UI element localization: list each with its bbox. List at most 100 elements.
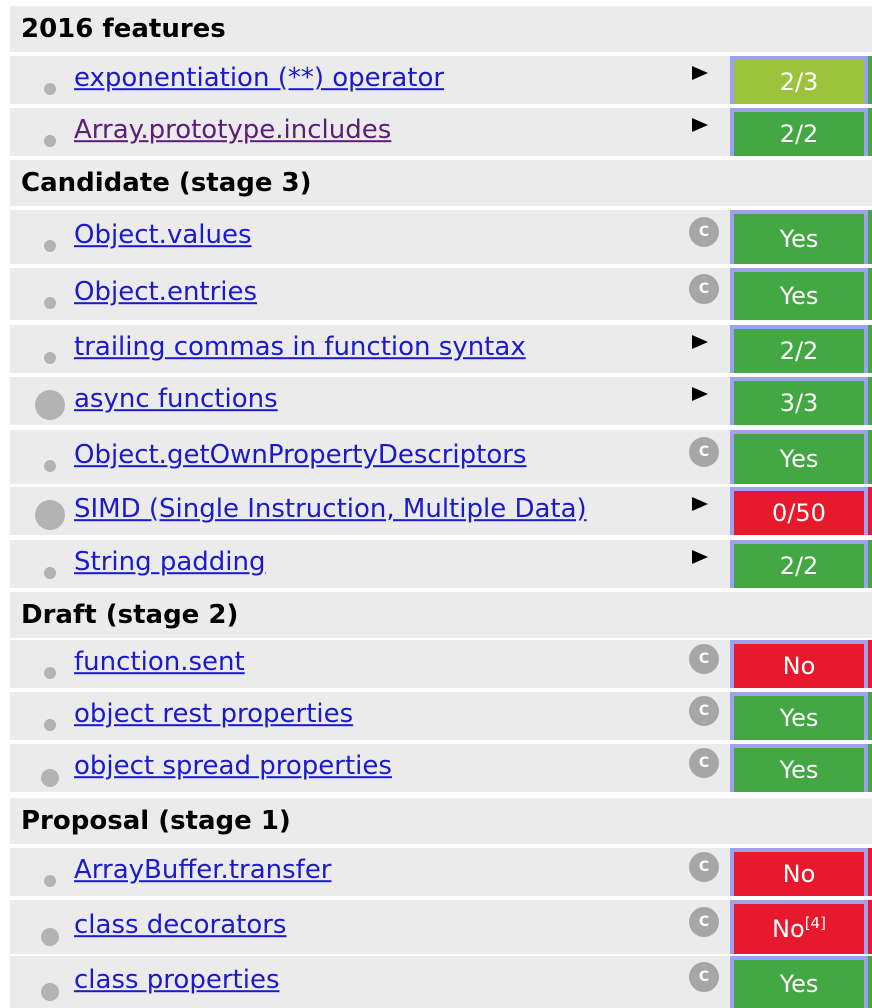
result-cell-partial: 2/3 <box>730 56 868 104</box>
bullet-dot <box>44 567 56 579</box>
feature-row: trailing commas in function syntax 2/2 <box>10 325 872 373</box>
c-info-icon[interactable]: C <box>689 907 719 937</box>
section-title: 2016 features <box>21 14 226 44</box>
bullet-dot <box>44 297 56 309</box>
bullet-dot <box>44 460 56 472</box>
next-column-edge <box>868 377 872 425</box>
result-value: No <box>772 915 805 943</box>
next-column-edge <box>868 640 872 688</box>
feature-row: class decorators C No [4] <box>10 900 872 954</box>
next-column-edge <box>868 744 872 792</box>
feature-link-object-getownpropertydescriptors[interactable]: Object.getOwnPropertyDescriptors <box>74 440 526 470</box>
feature-link-exponentiation-operator[interactable]: exponentiation (**) operator <box>74 63 444 93</box>
bullet-dot <box>41 769 59 787</box>
next-column-edge <box>868 848 872 896</box>
section-header: Draft (stage 2) <box>10 592 872 638</box>
feature-row: Array.prototype.includes 2/2 <box>10 108 872 156</box>
feature-row: exponentiation (**) operator 2/3 <box>10 56 872 104</box>
result-value: No <box>782 652 816 680</box>
expand-arrow-icon[interactable] <box>692 550 708 564</box>
bullet-dot <box>44 875 56 887</box>
feature-link-object-entries[interactable]: Object.entries <box>74 277 257 307</box>
feature-row: Object.getOwnPropertyDescriptors C Yes <box>10 430 872 484</box>
c-info-icon[interactable]: C <box>689 437 719 467</box>
result-cell-yes: Yes <box>730 692 868 740</box>
feature-link-class-decorators[interactable]: class decorators <box>74 910 286 940</box>
feature-link-object-values[interactable]: Object.values <box>74 220 252 250</box>
bullet-dot <box>44 667 56 679</box>
feature-row: class properties C Yes <box>10 956 872 1008</box>
next-column-edge <box>868 108 872 156</box>
bullet-dot <box>35 500 65 530</box>
result-cell-yes: Yes <box>730 744 868 792</box>
expand-arrow-icon[interactable] <box>692 387 708 401</box>
result-cell-yes: Yes <box>730 268 868 320</box>
result-cell-no: No [4] <box>730 900 868 954</box>
feature-link-class-properties[interactable]: class properties <box>74 965 280 995</box>
feature-link-function-sent[interactable]: function.sent <box>74 647 245 677</box>
footnote-ref[interactable]: [4] <box>805 914 826 932</box>
result-cell-no: No <box>730 640 868 688</box>
section-title: Candidate (stage 3) <box>21 168 312 198</box>
feature-row: Object.values C Yes <box>10 210 872 264</box>
result-cell-yes: 2/2 <box>730 108 868 156</box>
next-column-edge <box>868 210 872 264</box>
expand-arrow-icon[interactable] <box>692 335 708 349</box>
expand-arrow-icon[interactable] <box>692 118 708 132</box>
feature-link-arraybuffer-transfer[interactable]: ArrayBuffer.transfer <box>74 855 332 885</box>
result-cell-no: No <box>730 848 868 896</box>
feature-link-object-rest-properties[interactable]: object rest properties <box>74 699 353 729</box>
feature-row: ArrayBuffer.transfer C No <box>10 848 872 896</box>
section-header: Proposal (stage 1) <box>10 798 872 844</box>
next-column-edge <box>868 325 872 373</box>
next-column-edge <box>868 956 872 1008</box>
c-info-icon[interactable]: C <box>689 852 719 882</box>
result-value: 2/2 <box>779 337 819 365</box>
next-column-edge <box>868 900 872 954</box>
expand-arrow-icon[interactable] <box>692 66 708 80</box>
feature-link-async-functions[interactable]: async functions <box>74 384 278 414</box>
c-info-icon[interactable]: C <box>689 748 719 778</box>
result-value: Yes <box>779 225 819 253</box>
bullet-dot <box>41 983 59 1001</box>
feature-link-object-spread-properties[interactable]: object spread properties <box>74 751 392 781</box>
c-info-icon[interactable]: C <box>689 962 719 992</box>
bullet-dot <box>41 928 59 946</box>
next-column-edge <box>868 692 872 740</box>
result-cell-yes: 2/2 <box>730 540 868 588</box>
next-column-edge <box>868 487 872 535</box>
result-cell-yes: Yes <box>730 210 868 264</box>
c-info-icon[interactable]: C <box>689 217 719 247</box>
feature-link-trailing-commas-in-function-syntax[interactable]: trailing commas in function syntax <box>74 332 526 362</box>
feature-link-simd-single-instruction-multiple-data[interactable]: SIMD (Single Instruction, Multiple Data) <box>74 494 587 524</box>
result-value: Yes <box>779 970 819 998</box>
c-info-icon[interactable]: C <box>689 696 719 726</box>
bullet-dot <box>44 135 56 147</box>
bullet-dot <box>35 390 65 420</box>
feature-link-string-padding[interactable]: String padding <box>74 547 266 577</box>
feature-row: Object.entries C Yes <box>10 268 872 320</box>
c-info-icon[interactable]: C <box>689 644 719 674</box>
result-cell-yes: Yes <box>730 430 868 484</box>
c-info-icon[interactable]: C <box>689 274 719 304</box>
section-title: Draft (stage 2) <box>21 600 239 630</box>
next-column-edge <box>868 430 872 484</box>
bullet-dot <box>44 719 56 731</box>
section-header: Candidate (stage 3) <box>10 160 872 206</box>
result-value: 3/3 <box>779 389 819 417</box>
bullet-dot <box>44 240 56 252</box>
result-value: Yes <box>779 756 819 784</box>
result-value: No <box>782 860 816 888</box>
result-cell-yes: 2/2 <box>730 325 868 373</box>
section-title: Proposal (stage 1) <box>21 806 291 836</box>
bullet-dot <box>44 352 56 364</box>
section-header: 2016 features <box>10 6 872 52</box>
expand-arrow-icon[interactable] <box>692 497 708 511</box>
feature-row: SIMD (Single Instruction, Multiple Data)… <box>10 487 872 535</box>
feature-link-array-prototype-includes[interactable]: Array.prototype.includes <box>74 115 391 145</box>
result-value: 2/2 <box>779 120 819 148</box>
result-value: Yes <box>779 704 819 732</box>
result-cell-no: 0/50 <box>730 487 868 535</box>
feature-row: object spread properties C Yes <box>10 744 872 792</box>
result-cell-yes: 3/3 <box>730 377 868 425</box>
